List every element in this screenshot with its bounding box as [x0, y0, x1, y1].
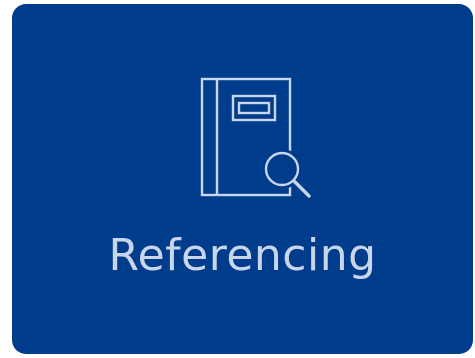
tile-label: Referencing [108, 230, 377, 281]
book-search-icon [197, 76, 317, 200]
referencing-tile[interactable]: Referencing [12, 4, 473, 354]
